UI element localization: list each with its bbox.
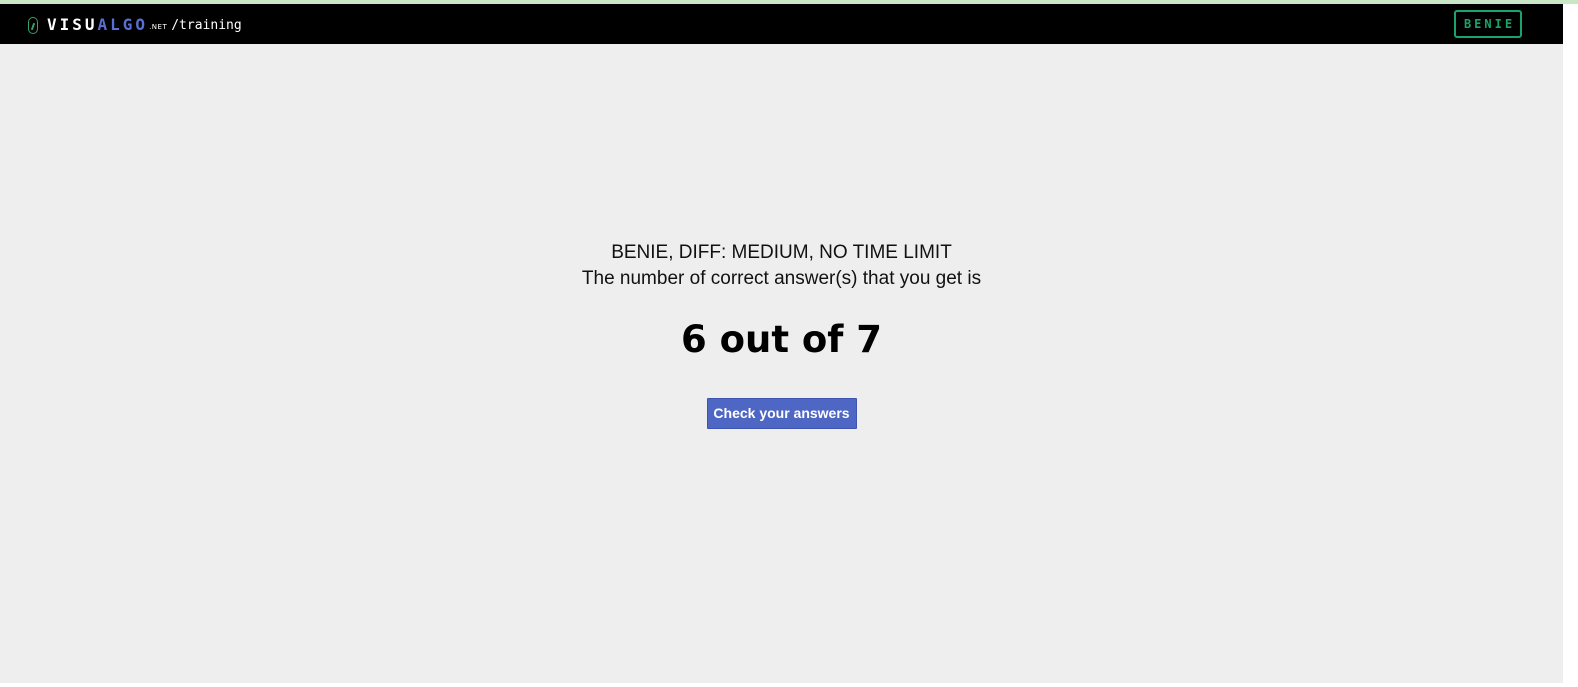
check-answers-button[interactable]: Check your answers xyxy=(706,398,857,429)
training-result: BENIE, DIFF: MEDIUM, NO TIME LIMIT The n… xyxy=(0,240,1563,429)
visualgo-logo[interactable]: VISU ALGO .NET /training xyxy=(28,4,242,44)
logo-icon xyxy=(28,16,38,34)
page-path: /training xyxy=(171,17,242,33)
result-heading: BENIE, DIFF: MEDIUM, NO TIME LIMIT xyxy=(611,242,952,263)
score-display: 6 out of 7 xyxy=(680,318,883,361)
navbar: VISU ALGO .NET /training BENIE xyxy=(0,4,1563,44)
logo-net-text: .NET xyxy=(149,23,168,31)
user-badge[interactable]: BENIE xyxy=(1454,10,1522,38)
bottom-edge xyxy=(0,683,1578,687)
logo-visu-text: VISU xyxy=(47,14,98,34)
logo-algo-text: ALGO xyxy=(97,14,149,34)
result-subtext: The number of correct answer(s) that you… xyxy=(581,268,982,289)
scrollbar-track[interactable] xyxy=(1563,4,1578,687)
